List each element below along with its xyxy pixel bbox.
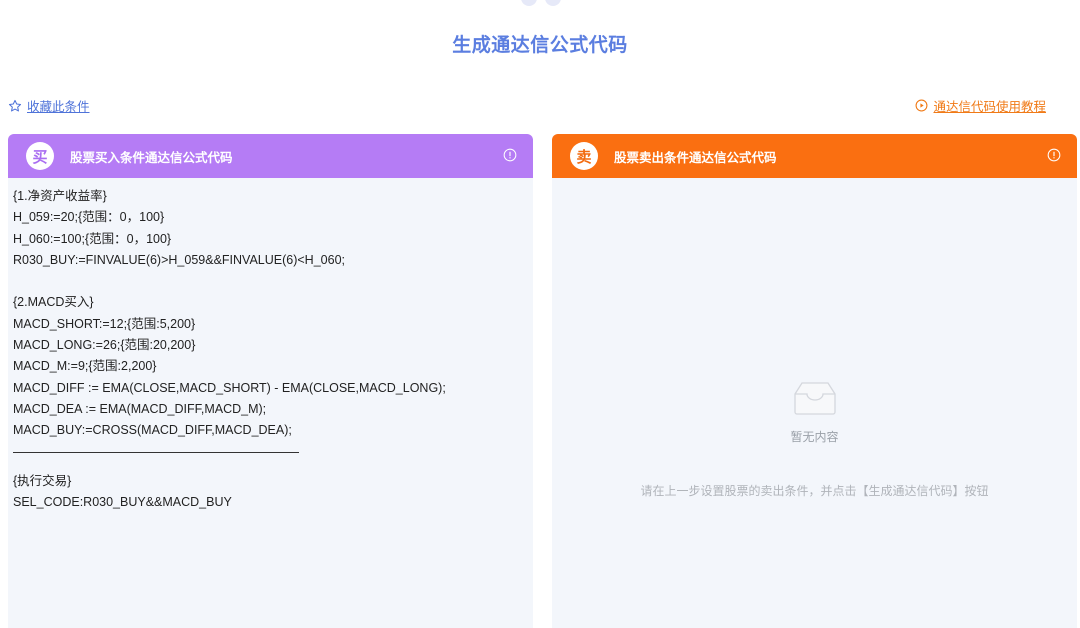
code-line: MACD_BUY:=CROSS(MACD_DIFF,MACD_DEA); (13, 423, 292, 438)
empty-text: 暂无内容 (790, 430, 839, 444)
star-outline-icon (8, 99, 22, 111)
buy-badge: 买 (26, 142, 54, 170)
sell-panel-header: 卖 股票卖出条件通达信公式代码 (552, 134, 1077, 178)
empty-inbox-icon (793, 382, 836, 415)
code-line: H_060:=100;{范围：0，100} (13, 231, 172, 246)
code-line: MACD_LONG:=26;{范围:20,200} (13, 338, 196, 353)
empty-state: 暂无内容 (552, 380, 1077, 445)
code-separator (13, 444, 299, 453)
sell-badge: 卖 (570, 142, 598, 170)
header-decoration (505, 0, 577, 8)
code-line: H_059:=20;{范围：0，100} (13, 210, 165, 225)
sell-panel-title: 股票卖出条件通达信公式代码 (614, 149, 777, 165)
favorite-condition-link[interactable]: 收藏此条件 (8, 96, 90, 115)
page-title: 生成通达信公式代码 (452, 34, 628, 56)
favorite-condition-label: 收藏此条件 (27, 99, 90, 114)
empty-hint: 请在上一步设置股票的卖出条件，并点击【生成通达信代码】按钮 (640, 484, 989, 498)
code-line: SEL_CODE:R030_BUY&&MACD_BUY (13, 494, 232, 509)
sell-formula-panel: 卖 股票卖出条件通达信公式代码 暂无内容 请在上一步设置股票的卖出条件，并点击【… (552, 134, 1077, 628)
code-line: {2.MACD买入} (13, 295, 94, 310)
code-line: {1.净资产收益率} (13, 189, 107, 203)
buy-panel-title: 股票买入条件通达信公式代码 (70, 149, 233, 165)
code-line: R030_BUY:=FINVALUE(6)>H_059&&FINVALUE(6)… (13, 252, 345, 267)
buy-formula-code: {1.净资产收益率} H_059:=20;{范围：0，100} H_060:=1… (8, 178, 533, 513)
code-line: MACD_M:=9;{范围:2,200} (13, 359, 157, 374)
tutorial-link[interactable]: 通达信代码使用教程 (915, 96, 1046, 115)
code-line: MACD_SHORT:=12;{范围:5,200} (13, 316, 196, 331)
play-circle-icon (916, 99, 928, 112)
code-line: {执行交易} (13, 473, 72, 488)
buy-panel-header: 买 股票买入条件通达信公式代码 (8, 134, 533, 178)
tutorial-label: 通达信代码使用教程 (933, 99, 1046, 114)
info-icon[interactable] (503, 148, 517, 162)
code-line: MACD_DEA := EMA(MACD_DIFF,MACD_M); (13, 401, 267, 416)
info-icon[interactable] (1047, 148, 1061, 162)
page: 生成通达信公式代码 收藏此条件 通达信代码使用教程 买 股票买入条件通达信公式代… (0, 0, 1080, 628)
code-line: MACD_DIFF := EMA(CLOSE,MACD_SHORT) - EMA… (13, 380, 446, 395)
buy-formula-panel: 买 股票买入条件通达信公式代码 {1.净资产收益率} H_059:=20;{范围… (8, 134, 533, 628)
